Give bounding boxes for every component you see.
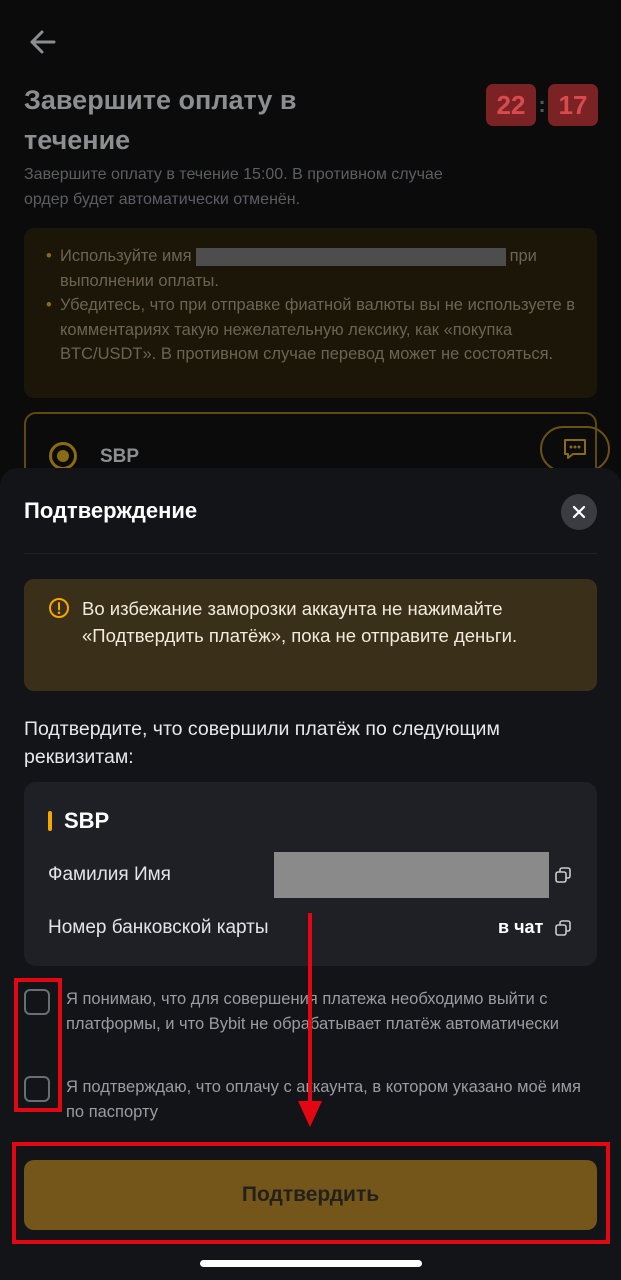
sheet-title: Подтверждение xyxy=(24,498,198,523)
chat-button[interactable] xyxy=(540,426,610,472)
checkbox-own-account-label[interactable]: Я подтверждаю, что оплачу с аккаунта, в … xyxy=(66,1075,601,1125)
back-arrow-icon xyxy=(30,30,56,54)
timer-seconds: 17 xyxy=(548,84,598,126)
close-button[interactable] xyxy=(561,494,597,530)
countdown-timer: 22 : 17 xyxy=(486,84,598,126)
notice-item-comment: Убедитесь, что при отправке фиатной валю… xyxy=(46,293,575,367)
timer-minutes: 22 xyxy=(486,84,536,126)
close-icon xyxy=(572,505,586,519)
payment-method-label: SBP xyxy=(100,446,140,467)
payment-method-radio[interactable] xyxy=(49,442,77,470)
warning-banner: Во избежание заморозки аккаунта не нажим… xyxy=(24,579,597,691)
annotation-checkboxes-highlight xyxy=(14,978,62,1112)
annotation-arrow xyxy=(298,913,322,1127)
card-number-value: в чат xyxy=(498,917,544,937)
annotation-button-highlight xyxy=(12,1142,610,1244)
card-number-label: Номер банковской карты xyxy=(48,917,269,938)
page-subtitle: Завершите оплату в течение 15:00. В прот… xyxy=(24,166,443,208)
redacted-name xyxy=(195,247,506,266)
copy-icon[interactable] xyxy=(554,919,572,937)
chat-icon xyxy=(564,439,586,459)
payment-notice: Используйте имяпри выполнении оплаты. Уб… xyxy=(24,228,597,398)
accent-bar xyxy=(48,811,52,831)
checkbox-exit-platform-label[interactable]: Я понимаю, что для совершения платежа не… xyxy=(66,987,601,1037)
warning-icon xyxy=(49,598,69,618)
page-title: Завершите оплату в течение xyxy=(24,85,297,155)
home-indicator xyxy=(200,1260,422,1267)
sheet-divider xyxy=(24,553,597,554)
timer-separator: : xyxy=(538,92,546,117)
back-button[interactable] xyxy=(24,24,64,60)
details-method: SBP xyxy=(64,808,110,833)
redacted-name-value xyxy=(274,852,549,898)
notice-item-name: Используйте имяпри выполнении оплаты. xyxy=(46,244,575,293)
name-label: Фамилия Имя xyxy=(48,864,171,885)
notice-item1-prefix: Используйте имя xyxy=(60,247,192,265)
copy-icon[interactable] xyxy=(554,866,572,884)
confirm-instructions: Подтвердите, что совершили платёж по сле… xyxy=(24,718,500,768)
